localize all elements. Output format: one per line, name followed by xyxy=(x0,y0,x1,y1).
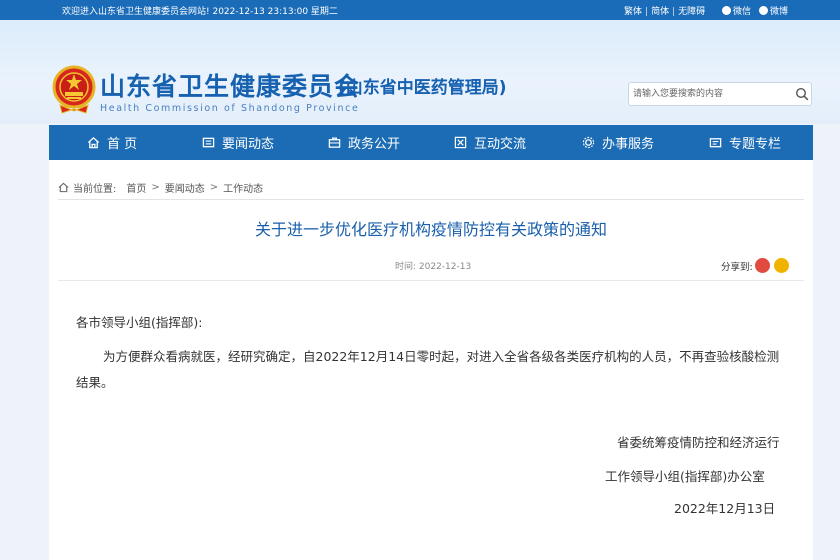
wechat-icon xyxy=(722,6,731,15)
main-nav: 首 页 要闻动态 政务公开 互动交流 办事服务 专题专栏 xyxy=(49,125,813,160)
news-icon xyxy=(202,137,215,148)
nav-label: 首 页 xyxy=(107,137,138,152)
language-links: 繁体 | 简体 | 无障碍 xyxy=(624,4,705,17)
share-label: 分享到: xyxy=(721,261,753,273)
nav-label: 办事服务 xyxy=(602,137,655,152)
divider xyxy=(58,280,804,281)
article-paragraph: 为方便群众看病就医，经研究确定，自2022年12月14日零时起，对进入全省各级各… xyxy=(76,349,780,390)
breadcrumb-news[interactable]: 要闻动态 xyxy=(165,180,205,195)
nav-news[interactable]: 要闻动态 xyxy=(202,125,274,160)
signature-line-1: 省委统筹疫情防控和经济运行 xyxy=(617,435,780,450)
wechat-label: 微信 xyxy=(733,7,752,17)
site-english-name: Health Commission of Shandong Province xyxy=(100,103,360,114)
welcome-text: 欢迎进入山东省卫生健康委员会网站! 2022-12-13 23:13:00 星期… xyxy=(62,7,338,17)
home-icon xyxy=(87,136,100,149)
breadcrumb-separator: > xyxy=(151,182,160,193)
breadcrumb-separator: > xyxy=(209,182,219,193)
nav-label: 政务公开 xyxy=(348,137,401,152)
accessibility-link[interactable]: 无障碍 xyxy=(678,4,705,17)
nav-gov-affairs[interactable]: 政务公开 xyxy=(328,125,400,160)
nav-topics[interactable]: 专题专栏 xyxy=(709,125,781,160)
search-icon[interactable] xyxy=(795,87,809,101)
share-bar: 分享到: xyxy=(721,258,789,273)
site-subtitle: (山东省中医药管理局) xyxy=(338,78,507,98)
breadcrumb: 当前位置: 首页 > 要闻动态 > 工作动态 xyxy=(58,180,263,195)
weibo-share-icon[interactable] xyxy=(754,258,770,273)
divider: | xyxy=(645,7,649,17)
weibo-icon xyxy=(759,6,769,15)
article-title: 关于进一步优化医疗机构疫情防控有关政策的通知 xyxy=(254,220,607,239)
nav-interaction[interactable]: 互动交流 xyxy=(454,125,526,160)
breadcrumb-prefix: 当前位置: xyxy=(73,184,117,195)
nav-label: 互动交流 xyxy=(474,137,527,152)
weibo-label: 微博 xyxy=(770,7,789,17)
breadcrumb-work-news[interactable]: 工作动态 xyxy=(223,180,263,195)
nav-label: 要闻动态 xyxy=(222,137,275,152)
nav-services[interactable]: 办事服务 xyxy=(582,125,654,160)
breadcrumb-home[interactable]: 首页 xyxy=(126,180,146,195)
site-header: 山东省卫生健康委员会 (山东省中医药管理局) Health Commission… xyxy=(0,20,840,124)
search-input[interactable] xyxy=(633,86,791,102)
gear-icon xyxy=(582,136,595,149)
signature-date: 2022年12月13日 xyxy=(674,501,776,516)
nav-home[interactable]: 首 页 xyxy=(87,125,137,160)
article-card: 当前位置: 首页 > 要闻动态 > 工作动态 关于进一步优化医疗机构疫情防控有关… xyxy=(49,160,813,560)
weibo-link[interactable]: 微博 xyxy=(759,4,788,17)
top-bar: 欢迎进入山东省卫生健康委员会网站! 2022-12-13 23:13:00 星期… xyxy=(0,0,840,20)
nav-label: 专题专栏 xyxy=(729,137,782,152)
divider xyxy=(58,199,804,200)
divider: | xyxy=(672,7,676,17)
signature-line-2: 工作领导小组(指挥部)办公室 xyxy=(605,469,765,484)
wechat-link[interactable]: 微信 xyxy=(722,4,751,17)
traditional-chinese-link[interactable]: 繁体 xyxy=(624,4,642,17)
publish-time: 时间: 2022-12-13 xyxy=(395,262,472,272)
site-title[interactable]: 山东省卫生健康委员会 xyxy=(100,67,360,103)
folder-icon xyxy=(709,138,722,148)
article-greeting: 各市领导小组(指挥部): xyxy=(76,315,203,330)
simplified-chinese-link[interactable]: 简体 xyxy=(651,4,669,17)
home-icon xyxy=(58,182,69,193)
exchange-icon xyxy=(454,136,467,149)
briefcase-icon xyxy=(328,137,341,148)
favorite-share-icon[interactable] xyxy=(773,258,789,273)
search-box xyxy=(628,82,812,106)
national-emblem-icon xyxy=(52,65,96,114)
social-links: 微信 微博 xyxy=(722,4,796,17)
